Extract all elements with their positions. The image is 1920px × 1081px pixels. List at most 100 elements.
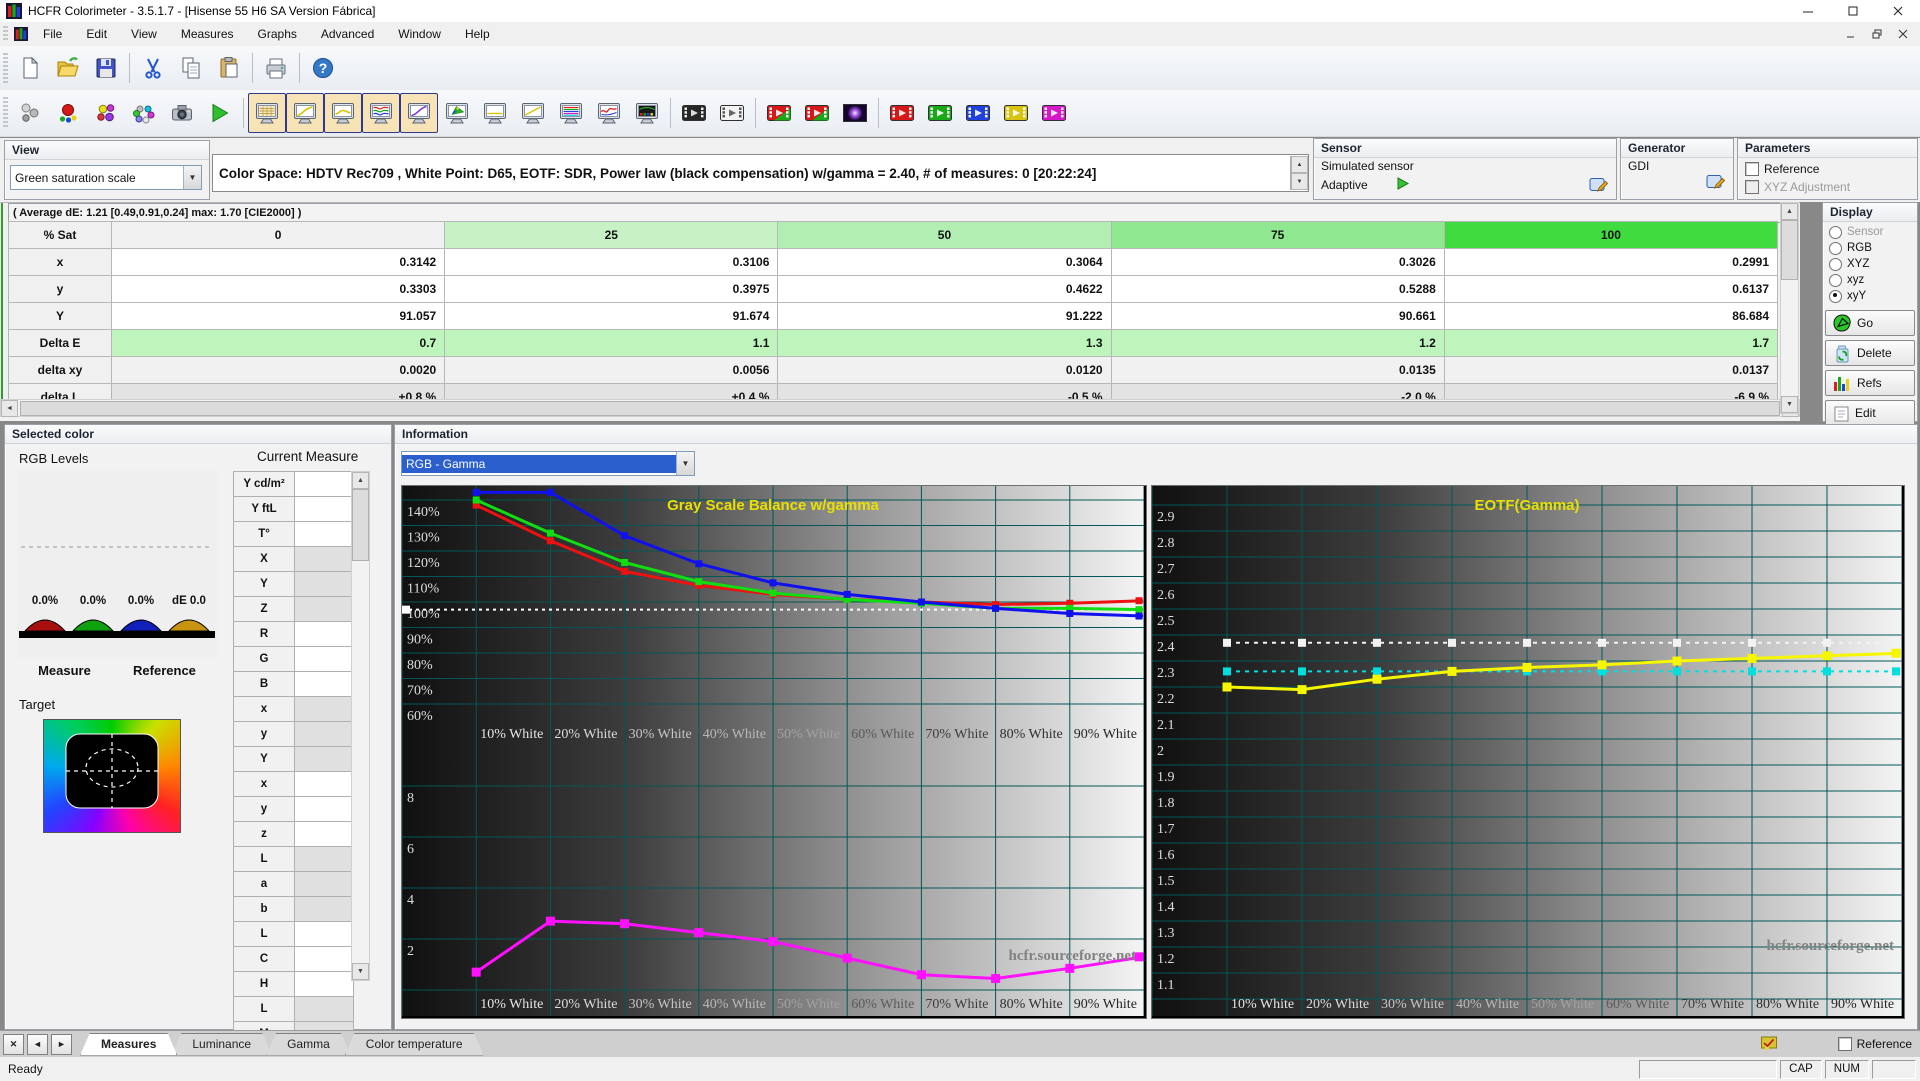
print-button[interactable] — [257, 48, 295, 88]
pattern-green-button[interactable] — [921, 93, 959, 133]
spin-up-icon[interactable]: ▲ — [1291, 156, 1308, 173]
edit-button[interactable]: Edit — [1825, 400, 1915, 426]
pattern-primaries-button[interactable] — [760, 93, 798, 133]
reference-checkbox[interactable]: Reference — [1745, 160, 1910, 178]
radio-dot[interactable] — [1829, 289, 1842, 303]
save-file-button[interactable] — [87, 48, 125, 88]
reference-checkbox[interactable]: Reference — [1837, 1037, 1912, 1051]
cut-button[interactable] — [134, 48, 172, 88]
column-header-50[interactable]: 50 — [777, 221, 1112, 249]
notes-icon[interactable] — [1760, 1034, 1778, 1054]
saturation-view-button[interactable] — [552, 93, 590, 133]
horizontal-scrollbar[interactable]: ◄ ► — [0, 399, 1800, 417]
copy-button[interactable] — [172, 48, 210, 88]
checkbox-box[interactable] — [1745, 180, 1759, 194]
mdi-close-button[interactable] — [1890, 25, 1916, 43]
maximize-button[interactable] — [1830, 0, 1875, 22]
radio-dot[interactable] — [1829, 273, 1842, 287]
gamma-view-button[interactable] — [286, 93, 324, 133]
pattern-blue-button[interactable] — [959, 93, 997, 133]
measure-primary-button[interactable] — [49, 93, 87, 133]
column-header-100[interactable]: 100 — [1443, 221, 1779, 249]
pattern-black-button[interactable] — [675, 93, 713, 133]
scroll-up-icon[interactable]: ▲ — [1781, 203, 1798, 220]
xyz-adjustment-checkbox[interactable]: XYZ Adjustment — [1745, 178, 1910, 196]
pattern-secondaries-button[interactable] — [798, 93, 836, 133]
menu-measures[interactable]: Measures — [169, 23, 246, 45]
display-radio-rgb[interactable]: RGB — [1829, 240, 1911, 256]
pattern-galaxy-button[interactable] — [836, 93, 874, 133]
pattern-yellow-button[interactable] — [997, 93, 1035, 133]
measure-scrollbar[interactable]: ▲ ▼ — [351, 471, 370, 981]
tab-prev-icon[interactable]: ◄ — [27, 1033, 48, 1055]
measures-view-button[interactable] — [476, 93, 514, 133]
sensor-config-icon[interactable] — [1588, 174, 1609, 196]
display-radio-sensor[interactable]: Sensor — [1829, 224, 1911, 240]
sensor-setup-button[interactable] — [11, 93, 49, 133]
column-header-25[interactable]: 25 — [444, 221, 779, 249]
grayscale-view-button[interactable] — [248, 93, 286, 133]
table-vertical-scrollbar[interactable]: ▲ ▼ — [1780, 202, 1799, 414]
tab-next-icon[interactable]: ► — [51, 1033, 72, 1055]
display-radio-xyy[interactable]: xyY — [1829, 288, 1911, 304]
new-file-button[interactable] — [11, 48, 49, 88]
cie-chart-view-button[interactable] — [438, 93, 476, 133]
refs-button[interactable]: Refs — [1825, 370, 1915, 396]
rgb-levels-view-button[interactable] — [362, 93, 400, 133]
paste-button[interactable] — [210, 48, 248, 88]
display-radio-xyz[interactable]: xyz — [1829, 272, 1911, 288]
tab-close-icon[interactable]: ✕ — [3, 1033, 24, 1055]
horizontal-scroll-thumb[interactable] — [20, 400, 1780, 416]
about-button[interactable]: ? — [304, 48, 342, 88]
run-measures-button[interactable] — [201, 93, 239, 133]
menu-help[interactable]: Help — [453, 23, 502, 45]
chevron-down-icon[interactable]: ▼ — [183, 166, 201, 189]
tab-color-temperature[interactable]: Color temperature — [345, 1033, 484, 1056]
radio-dot[interactable] — [1829, 225, 1842, 239]
view-mode-dropdown[interactable]: Green saturation scale ▼ — [10, 165, 202, 190]
minimize-button[interactable] — [1785, 0, 1830, 22]
tab-measures[interactable]: Measures — [80, 1033, 177, 1056]
luminance-view-button[interactable] — [400, 93, 438, 133]
checkbox-box[interactable] — [1837, 1037, 1852, 1051]
measure-loop-button[interactable] — [125, 93, 163, 133]
close-button[interactable] — [1875, 0, 1920, 22]
nearblack-view-button[interactable] — [324, 93, 362, 133]
information-dropdown[interactable]: RGB - Gamma ▼ — [401, 451, 695, 476]
scroll-up-icon[interactable]: ▲ — [352, 472, 369, 489]
tab-luminance[interactable]: Luminance — [171, 1033, 272, 1056]
display-radio-xyz[interactable]: XYZ — [1829, 256, 1911, 272]
generator-config-icon[interactable] — [1705, 171, 1726, 193]
menu-file[interactable]: File — [31, 23, 74, 45]
vertical-scroll-thumb[interactable] — [1781, 220, 1798, 280]
contrast-view-button[interactable] — [514, 93, 552, 133]
spin-down-icon[interactable]: ▼ — [1291, 173, 1308, 190]
menu-edit[interactable]: Edit — [74, 23, 119, 45]
menu-graphs[interactable]: Graphs — [246, 23, 309, 45]
pattern-white-button[interactable] — [713, 93, 751, 133]
column-header-0[interactable]: 0 — [110, 221, 446, 249]
info-spinner[interactable]: ▲ ▼ — [1290, 156, 1308, 190]
menu-advanced[interactable]: Advanced — [309, 23, 386, 45]
color-temp-view-button[interactable] — [590, 93, 628, 133]
measure-scroll-thumb[interactable] — [352, 489, 369, 561]
go-button[interactable]: Go — [1825, 310, 1915, 336]
checkbox-box[interactable] — [1745, 162, 1759, 176]
scroll-down-icon[interactable]: ▼ — [352, 963, 369, 980]
scroll-down-icon[interactable]: ▼ — [1781, 396, 1798, 413]
scroll-left-icon[interactable]: ◄ — [1, 399, 18, 417]
radio-dot[interactable] — [1829, 257, 1842, 271]
snapshot-button[interactable] — [163, 93, 201, 133]
pattern-magenta-button[interactable] — [1035, 93, 1073, 133]
tab-gamma[interactable]: Gamma — [266, 1033, 351, 1056]
free-measures-view-button[interactable] — [628, 93, 666, 133]
open-file-button[interactable] — [49, 48, 87, 88]
mdi-restore-button[interactable] — [1864, 25, 1890, 43]
menu-window[interactable]: Window — [386, 23, 453, 45]
radio-dot[interactable] — [1829, 241, 1842, 255]
sensor-run-icon[interactable] — [1396, 177, 1410, 193]
column-header-75[interactable]: 75 — [1110, 221, 1445, 249]
delete-button[interactable]: Delete — [1825, 340, 1915, 366]
mdi-minimize-button[interactable] — [1838, 25, 1864, 43]
menu-view[interactable]: View — [119, 23, 169, 45]
